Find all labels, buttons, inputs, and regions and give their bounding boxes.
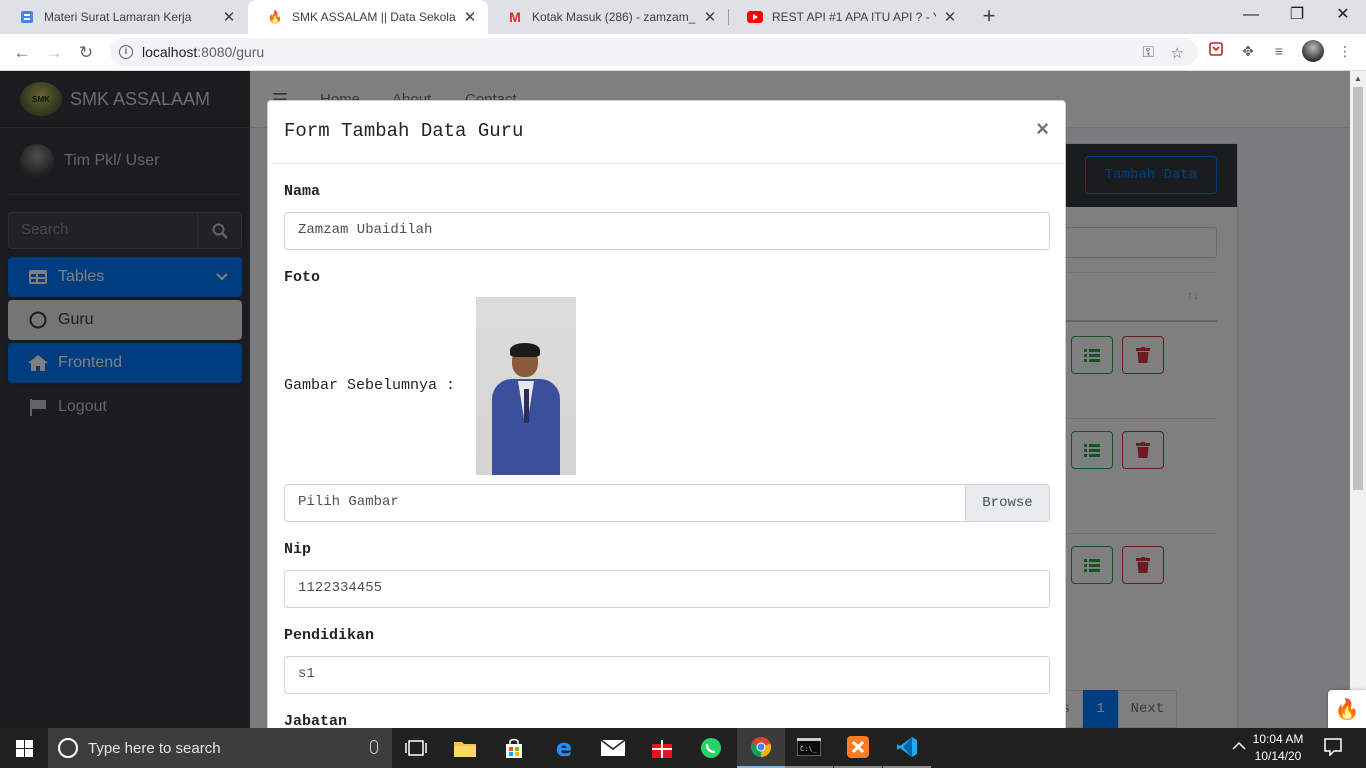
edge-icon[interactable]: e xyxy=(540,728,588,768)
chrome-icon[interactable] xyxy=(737,728,785,768)
chevron-up-icon[interactable] xyxy=(1232,738,1246,754)
foto-label: Foto xyxy=(284,269,321,286)
tab-materi-surat[interactable]: Materi Surat Lamaran Kerja ✕ xyxy=(0,0,247,34)
windows-taskbar: Type here to search e C:\_ 10:04 AM 10/1… xyxy=(0,728,1366,768)
address-bar: ← → ↻ i localhost:8080/guru ⚿ ☆ ✥ ≡ ⋮ xyxy=(0,34,1366,71)
taskbar-search-placeholder: Type here to search xyxy=(88,739,221,757)
file-placeholder: Pilih Gambar xyxy=(298,494,399,510)
previous-image-label: Gambar Sebelumnya : xyxy=(284,377,456,394)
maximize-icon[interactable]: ❐ xyxy=(1274,0,1320,34)
terminal-icon[interactable]: C:\_ xyxy=(785,728,833,768)
close-tab-icon[interactable]: ✕ xyxy=(702,8,718,26)
svg-text:C:\_: C:\_ xyxy=(800,745,818,753)
extension-save-icon[interactable] xyxy=(1207,42,1225,60)
youtube-icon xyxy=(747,9,763,25)
microphone-icon[interactable] xyxy=(370,740,378,754)
url-field[interactable]: i localhost:8080/guru ⚿ ☆ xyxy=(110,38,1198,66)
foto-file-input[interactable]: Pilih Gambar Browse xyxy=(284,484,1050,522)
tab-title: SMK ASSALAM || Data Sekolah xyxy=(292,10,456,24)
modal-title: Form Tambah Data Guru xyxy=(284,120,524,142)
scrollbar-thumb[interactable] xyxy=(1353,87,1363,490)
clock-date: 10/14/20 xyxy=(1254,749,1302,763)
close-tab-icon[interactable]: ✕ xyxy=(462,8,478,26)
tab-smk-assalam[interactable]: 🔥 SMK ASSALAM || Data Sekolah ✕ xyxy=(248,0,488,34)
mail-icon[interactable] xyxy=(589,728,637,768)
windows-start-icon[interactable] xyxy=(0,728,48,768)
tab-title: REST API #1 APA ITU API ? - YouT xyxy=(772,10,936,24)
taskbar-search[interactable]: Type here to search xyxy=(48,728,392,768)
jabatan-label: Jabatan xyxy=(284,713,348,728)
scroll-up-icon[interactable]: ▲ xyxy=(1354,74,1362,83)
flame-badge-icon[interactable]: 🔥 xyxy=(1328,690,1366,728)
bookmark-star-icon[interactable]: ☆ xyxy=(1171,44,1184,62)
tab-youtube[interactable]: REST API #1 APA ITU API ? - YouT ✕ xyxy=(728,0,968,34)
previous-photo xyxy=(476,297,576,475)
close-tab-icon[interactable]: ✕ xyxy=(942,8,958,26)
minimize-icon[interactable]: — xyxy=(1228,0,1274,34)
extensions-puzzle-icon[interactable]: ✥ xyxy=(1239,42,1257,60)
forward-icon[interactable]: → xyxy=(41,40,67,66)
reload-icon[interactable]: ↻ xyxy=(73,40,99,66)
page-scrollbar[interactable]: ▲ xyxy=(1350,71,1366,728)
clock-time: 10:04 AM xyxy=(1252,732,1304,746)
tab-gmail[interactable]: M Kotak Masuk (286) - zamzam_279 ✕ xyxy=(488,0,728,34)
back-icon[interactable]: ← xyxy=(9,40,35,66)
notification-icon[interactable] xyxy=(1324,738,1342,759)
browse-button[interactable]: Browse xyxy=(965,485,1049,521)
nip-input[interactable]: 1122334455 xyxy=(284,570,1050,608)
form-tambah-guru-modal: Form Tambah Data Guru × Nama Zamzam Ubai… xyxy=(267,100,1066,728)
taskbar-clock[interactable]: 10:04 AM 10/14/20 xyxy=(1250,731,1306,765)
close-window-icon[interactable]: ✕ xyxy=(1320,0,1366,34)
nama-label: Nama xyxy=(284,183,321,200)
close-icon[interactable]: × xyxy=(1036,116,1049,142)
nama-input[interactable]: Zamzam Ubaidilah xyxy=(284,212,1050,250)
gmail-icon: M xyxy=(509,9,521,25)
store-icon[interactable] xyxy=(490,728,538,768)
browser-tab-bar: Materi Surat Lamaran Kerja ✕ 🔥 SMK ASSAL… xyxy=(0,0,1366,34)
site-info-icon[interactable]: i xyxy=(119,45,133,59)
task-view-icon[interactable] xyxy=(392,728,440,768)
docs-icon xyxy=(19,9,35,25)
url-text: localhost:8080/guru xyxy=(142,44,265,60)
pendidikan-input[interactable]: s1 xyxy=(284,656,1050,694)
key-icon[interactable]: ⚿ xyxy=(1143,44,1154,61)
web-page: SMK SMK ASSALAAM Tim Pkl/ User Search Ta… xyxy=(0,71,1366,728)
close-tab-icon[interactable]: ✕ xyxy=(221,8,237,26)
tab-title: Kotak Masuk (286) - zamzam_279 xyxy=(532,10,696,24)
vscode-icon[interactable] xyxy=(883,728,931,768)
file-explorer-icon[interactable] xyxy=(441,728,489,768)
profile-avatar[interactable] xyxy=(1302,40,1324,62)
whatsapp-icon[interactable] xyxy=(687,728,735,768)
tab-title: Materi Surat Lamaran Kerja xyxy=(44,10,192,24)
gift-icon[interactable] xyxy=(638,728,686,768)
media-control-icon[interactable]: ≡ xyxy=(1270,42,1288,60)
new-tab-button[interactable]: + xyxy=(977,4,1001,28)
cortana-icon xyxy=(58,738,78,758)
chrome-menu-icon[interactable]: ⋮ xyxy=(1336,42,1354,60)
pendidikan-label: Pendidikan xyxy=(284,627,375,644)
nip-label: Nip xyxy=(284,541,312,558)
xampp-icon[interactable] xyxy=(834,728,882,768)
modal-header: Form Tambah Data Guru × xyxy=(268,101,1065,164)
flame-icon: 🔥 xyxy=(267,10,283,24)
